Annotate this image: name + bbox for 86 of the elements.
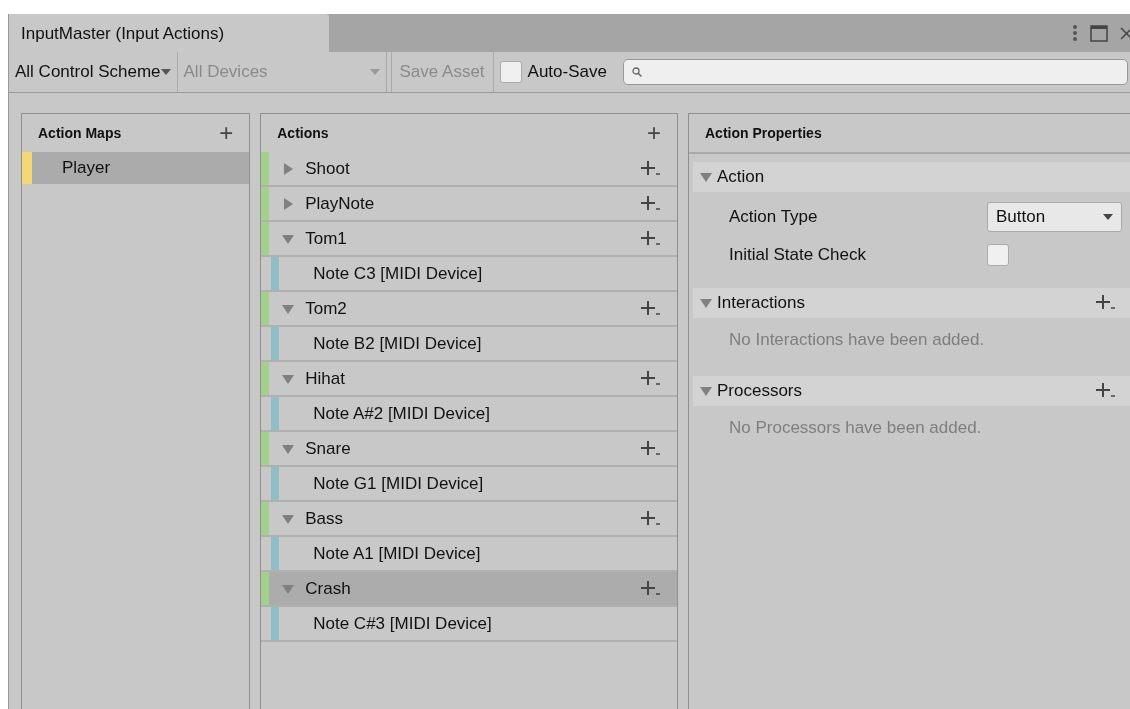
action-row[interactable]: Shoot xyxy=(261,152,677,187)
map-label: Player xyxy=(62,158,111,178)
action-row[interactable]: PlayNote xyxy=(261,187,677,222)
action-color-bar xyxy=(261,152,270,185)
binding-row[interactable]: Note C3 [MIDI Device] xyxy=(261,257,677,292)
caret-icon xyxy=(160,69,171,75)
add-dropdown-icon[interactable] xyxy=(641,509,661,528)
action-type-dropdown[interactable]: Button xyxy=(987,202,1122,232)
binding-label: Note C3 [MIDI Device] xyxy=(313,263,483,284)
action-row[interactable]: Hihat xyxy=(261,362,677,397)
action-row[interactable]: Bass xyxy=(261,502,677,537)
expanded-arrow-icon[interactable] xyxy=(699,170,713,184)
empty-message: No Interactions have been added. xyxy=(728,329,986,351)
binding-color-bar xyxy=(271,607,280,640)
field-label: Action Type xyxy=(729,207,819,227)
section-header[interactable]: Processors xyxy=(693,376,1130,406)
add-dropdown-icon[interactable] xyxy=(641,159,661,178)
action-row[interactable]: Tom2 xyxy=(261,292,677,327)
add-dropdown-icon[interactable] xyxy=(641,299,661,318)
binding-row[interactable]: Note A#2 [MIDI Device] xyxy=(261,397,677,432)
section-title: Processors xyxy=(717,381,804,401)
section-header[interactable]: Action xyxy=(693,162,1130,192)
binding-label: Note B2 [MIDI Device] xyxy=(313,333,482,354)
binding-label: Note A#2 [MIDI Device] xyxy=(313,403,490,424)
binding-color-bar xyxy=(271,257,280,290)
expanded-arrow-icon[interactable] xyxy=(699,296,713,310)
panel-title: Action Maps xyxy=(38,125,122,141)
action-color-bar xyxy=(261,292,270,325)
expanded-arrow-icon[interactable] xyxy=(699,384,713,398)
action-map-item[interactable]: Player xyxy=(22,152,250,184)
binding-row[interactable]: Note G1 [MIDI Device] xyxy=(261,467,677,502)
section-header[interactable]: Interactions xyxy=(693,288,1130,318)
action-row[interactable]: Crash xyxy=(261,572,677,607)
action-color-bar xyxy=(261,187,270,220)
add-dropdown-icon[interactable] xyxy=(641,194,661,213)
action-color-bar xyxy=(261,502,270,535)
binding-color-bar xyxy=(271,397,280,430)
panel-title: Actions xyxy=(277,125,329,141)
add-dropdown-icon[interactable] xyxy=(641,579,661,598)
window-tab[interactable]: InputMaster (Input Actions) xyxy=(9,14,329,52)
action-label: Bass xyxy=(305,508,345,529)
section-title: Interactions xyxy=(717,293,806,313)
add-button[interactable]: + xyxy=(219,121,234,145)
action-row[interactable]: Snare xyxy=(261,432,677,467)
caret-icon xyxy=(1103,214,1113,220)
binding-row[interactable]: Note C#3 [MIDI Device] xyxy=(261,607,677,642)
add-dropdown-icon[interactable] xyxy=(641,229,661,248)
field-label: Initial State Check xyxy=(729,245,867,265)
binding-color-bar xyxy=(271,327,280,360)
binding-label: Note G1 [MIDI Device] xyxy=(313,473,484,494)
section-title: Action xyxy=(717,167,766,187)
action-label: Snare xyxy=(305,438,352,459)
panel-title: Action Properties xyxy=(705,125,822,141)
auto-save-label: Auto-Save xyxy=(527,62,607,82)
action-color-bar xyxy=(261,362,270,395)
action-color-bar xyxy=(261,432,270,465)
binding-label: Note A1 [MIDI Device] xyxy=(313,543,481,564)
more-icon[interactable] xyxy=(1072,24,1078,42)
add-dropdown-icon[interactable] xyxy=(641,369,661,388)
action-label: Tom2 xyxy=(305,298,348,319)
binding-color-bar xyxy=(271,467,280,500)
action-label: Shoot xyxy=(305,158,351,179)
action-label: Crash xyxy=(305,578,352,599)
binding-label: Note C#3 [MIDI Device] xyxy=(313,613,492,634)
action-label: PlayNote xyxy=(305,193,376,214)
action-label: Tom1 xyxy=(305,228,348,249)
action-color-bar xyxy=(261,572,270,605)
add-dropdown-icon[interactable] xyxy=(1096,382,1116,400)
binding-color-bar xyxy=(271,537,280,570)
add-dropdown-icon[interactable] xyxy=(1096,294,1116,312)
action-row[interactable]: Tom1 xyxy=(261,222,677,257)
empty-message: No Processors have been added. xyxy=(728,417,983,439)
caret-icon xyxy=(369,69,380,75)
binding-row[interactable]: Note B2 [MIDI Device] xyxy=(261,327,677,362)
maximize-icon[interactable] xyxy=(1090,24,1108,42)
map-color-bar xyxy=(22,152,32,184)
add-dropdown-icon[interactable] xyxy=(641,439,661,458)
close-icon[interactable] xyxy=(1120,26,1130,40)
add-button[interactable]: + xyxy=(647,121,661,145)
action-color-bar xyxy=(261,222,270,255)
action-label: Hihat xyxy=(305,368,346,389)
search-icon xyxy=(631,67,642,77)
search-field[interactable] xyxy=(622,59,1128,85)
auto-save-checkbox[interactable] xyxy=(499,61,522,83)
control-scheme-dropdown[interactable]: All Control Scheme xyxy=(9,52,178,92)
checkbox[interactable] xyxy=(987,244,1009,266)
